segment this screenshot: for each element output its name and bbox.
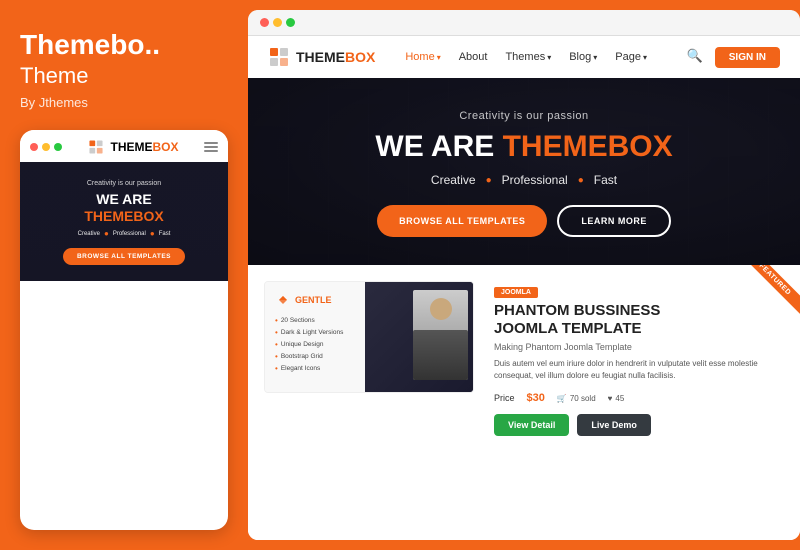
mobile-headline-line1: WE ARE xyxy=(96,191,151,207)
hero-dot-1: ● xyxy=(486,175,492,186)
mobile-logo-text: THEMEBOX xyxy=(110,140,178,154)
product-card-inner: GENTLE 20 Sections Dark & Light Versions… xyxy=(265,282,473,392)
mobile-headline: WE ARE THEMEBOX xyxy=(32,191,216,225)
product-buttons: View Detail Live Demo xyxy=(494,414,784,436)
browser-dot-green xyxy=(286,18,295,27)
site-hero: Creativity is our passion WE ARE THEMEBO… xyxy=(248,78,800,265)
mobile-hamburger-icon[interactable] xyxy=(204,142,218,152)
product-features-list: 20 Sections Dark & Light Versions Unique… xyxy=(275,316,355,373)
product-badge: JOOMLA xyxy=(494,287,538,298)
product-person-illustration xyxy=(413,290,468,380)
liked-count: ♥ 45 xyxy=(608,394,625,403)
site-nav-links: Home ▾ About Themes ▾ Blog ▾ Page ▾ xyxy=(405,51,686,63)
mobile-logo: THEMEBOX xyxy=(87,138,178,156)
product-logo-icon xyxy=(275,292,291,308)
product-feature-item: Unique Design xyxy=(275,340,355,349)
live-demo-button[interactable]: Live Demo xyxy=(577,414,651,436)
site-hero-features: Creative ● Professional ● Fast xyxy=(268,173,780,187)
browser-dot-red xyxy=(260,18,269,27)
dot-red xyxy=(30,143,38,151)
site-logo-icon xyxy=(268,46,290,68)
hero-feature-creative: Creative xyxy=(431,173,476,187)
product-feature-item: Elegant Icons xyxy=(275,364,355,373)
hero-feature-professional: Professional xyxy=(502,173,568,187)
mobile-feature-2: Professional xyxy=(113,231,146,237)
site-hero-buttons: BROWSE ALL TEMPLATES LEARN MORE xyxy=(268,205,780,237)
product-card-logo-text: GENTLE xyxy=(295,295,332,305)
mobile-features: Creative ● Professional ● Fast xyxy=(32,229,216,238)
site-nav-right: 🔍 SIGN IN xyxy=(687,47,780,68)
product-card-left: GENTLE 20 Sections Dark & Light Versions… xyxy=(265,282,365,392)
mobile-hero-content: Creativity is our passion WE ARE THEMEBO… xyxy=(32,180,216,266)
site-wrapper: THEMEBOX Home ▾ About Themes ▾ Blog ▾ Pa… xyxy=(248,36,800,540)
mobile-preview: THEMEBOX Creativity is our passion WE AR… xyxy=(20,130,228,530)
dot-green xyxy=(54,143,62,151)
learn-more-button[interactable]: LEARN MORE xyxy=(557,205,671,237)
price-label: Price xyxy=(494,393,515,403)
mobile-tagline: Creativity is our passion xyxy=(32,180,216,187)
product-card-image-inner xyxy=(365,282,473,392)
signin-button[interactable]: SIGN IN xyxy=(715,47,780,68)
price-value: $30 xyxy=(527,392,545,404)
mobile-logo-icon xyxy=(87,138,105,156)
nav-link-page[interactable]: Page ▾ xyxy=(615,51,647,63)
sold-count: 🛒 70 sold xyxy=(557,394,596,403)
product-info-wrapper: FEATURED JOOMLA PHANTOM BUSSINESSJOOMLA … xyxy=(494,281,784,436)
mobile-hero: Creativity is our passion WE ARE THEMEBO… xyxy=(20,162,228,282)
dot-separator-2: ● xyxy=(150,229,155,238)
headline-themebox: THEMEBOX xyxy=(503,130,673,163)
nav-link-about[interactable]: About xyxy=(459,51,488,63)
browser-dot-yellow xyxy=(273,18,282,27)
site-hero-headline: WE ARE THEMEBOX xyxy=(268,130,780,163)
product-card-logo: GENTLE xyxy=(275,292,355,308)
product-feature-item: Bootstrap Grid xyxy=(275,352,355,361)
browse-templates-button[interactable]: BROWSE ALL TEMPLATES xyxy=(377,205,547,237)
site-logo-text: THEMEBOX xyxy=(296,49,375,65)
site-nav: THEMEBOX Home ▾ About Themes ▾ Blog ▾ Pa… xyxy=(248,36,800,78)
product-description: Duis autem vel eum iriure dolor in hendr… xyxy=(494,358,784,382)
nav-link-home[interactable]: Home ▾ xyxy=(405,51,440,63)
product-feature-item: Dark & Light Versions xyxy=(275,328,355,337)
headline-we-are: WE ARE xyxy=(375,130,494,163)
app-subtitle: Theme xyxy=(20,63,228,89)
mobile-cta-button[interactable]: BROWSE ALL TEMPLATES xyxy=(63,248,185,265)
product-card: GENTLE 20 Sections Dark & Light Versions… xyxy=(264,281,474,393)
hero-dot-2: ● xyxy=(578,175,584,186)
view-detail-button[interactable]: View Detail xyxy=(494,414,569,436)
site-product-section: GENTLE 20 Sections Dark & Light Versions… xyxy=(248,265,800,540)
product-card-image xyxy=(365,282,473,392)
product-subtitle: Making Phantom Joomla Template xyxy=(494,342,784,352)
left-panel: Themebo.. Theme By Jthemes THEMEBOX xyxy=(0,0,248,550)
product-price-row: Price $30 🛒 70 sold ♥ 45 xyxy=(494,392,784,404)
site-hero-tagline: Creativity is our passion xyxy=(268,110,780,122)
mobile-top-bar: THEMEBOX xyxy=(20,130,228,162)
featured-ribbon: FEATURED xyxy=(740,265,800,314)
right-panel: THEMEBOX Home ▾ About Themes ▾ Blog ▾ Pa… xyxy=(248,10,800,540)
search-icon[interactable]: 🔍 xyxy=(687,48,705,66)
site-hero-content: Creativity is our passion WE ARE THEMEBO… xyxy=(268,110,780,237)
app-title: Themebo.. xyxy=(20,30,228,61)
mobile-feature-3: Fast xyxy=(159,231,171,237)
mobile-headline-line2: THEMEBOX xyxy=(84,208,163,224)
by-line: By Jthemes xyxy=(20,95,228,110)
hero-feature-fast: Fast xyxy=(594,173,617,187)
browser-window-dots xyxy=(260,18,295,27)
site-logo: THEMEBOX xyxy=(268,46,375,68)
mobile-feature-1: Creative xyxy=(78,231,100,237)
dot-yellow xyxy=(42,143,50,151)
mobile-window-dots xyxy=(30,143,62,151)
product-feature-item: 20 Sections xyxy=(275,316,355,325)
nav-link-blog[interactable]: Blog ▾ xyxy=(569,51,597,63)
nav-link-themes[interactable]: Themes ▾ xyxy=(505,51,551,63)
browser-chrome xyxy=(248,10,800,36)
dot-separator-1: ● xyxy=(104,229,109,238)
